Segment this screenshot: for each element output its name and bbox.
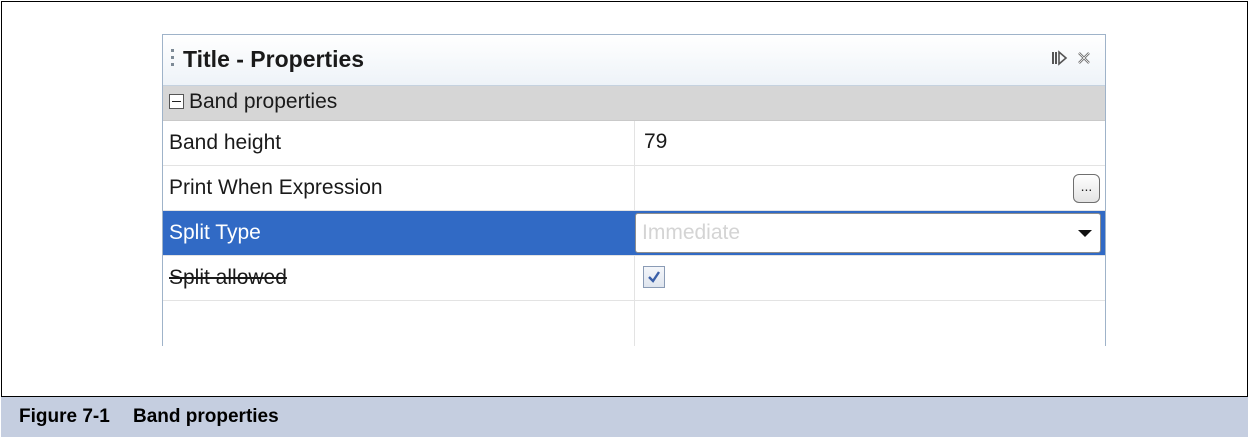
- property-name: Print When Expression: [169, 176, 383, 199]
- figure-caption: Figure 7-1 Band properties: [1, 396, 1248, 437]
- property-name: Split allowed: [169, 266, 287, 289]
- property-row-split-type[interactable]: Split Type Immediate: [163, 211, 1105, 256]
- chevron-down-icon[interactable]: [1078, 230, 1092, 237]
- close-icon[interactable]: [1075, 49, 1093, 67]
- panel-titlebar: Title - Properties: [163, 34, 1105, 86]
- column-divider: [634, 121, 635, 165]
- figure-number: Figure 7-1: [19, 406, 110, 427]
- collapse-icon[interactable]: [169, 94, 184, 109]
- split-type-dropdown[interactable]: Immediate: [635, 213, 1101, 253]
- dock-icon[interactable]: [1051, 49, 1069, 67]
- property-name: Split Type: [169, 221, 261, 244]
- column-divider: [634, 256, 635, 300]
- band-height-value[interactable]: 79: [644, 130, 667, 154]
- properties-panel: Title - Properties Band properties Band: [162, 34, 1106, 346]
- panel-title: Title - Properties: [183, 46, 365, 72]
- property-row-empty: [163, 301, 1105, 346]
- expression-editor-button[interactable]: ...: [1073, 174, 1100, 203]
- property-row-band-height[interactable]: Band height 79: [163, 121, 1105, 166]
- property-row-print-when-expression[interactable]: Print When Expression ...: [163, 166, 1105, 211]
- split-allowed-checkbox[interactable]: [643, 266, 665, 288]
- column-divider: [634, 166, 635, 210]
- split-type-value: Immediate: [642, 221, 741, 244]
- section-band-properties[interactable]: Band properties: [163, 86, 1105, 121]
- checkmark-icon: [648, 271, 660, 283]
- figure-title: Band properties: [133, 406, 279, 427]
- property-row-split-allowed[interactable]: Split allowed: [163, 256, 1105, 301]
- drag-grip-icon[interactable]: [171, 49, 175, 71]
- property-name: Band height: [169, 131, 282, 154]
- section-label: Band properties: [189, 90, 338, 113]
- figure-frame: Title - Properties Band properties Band: [1, 1, 1248, 437]
- column-divider: [634, 301, 635, 346]
